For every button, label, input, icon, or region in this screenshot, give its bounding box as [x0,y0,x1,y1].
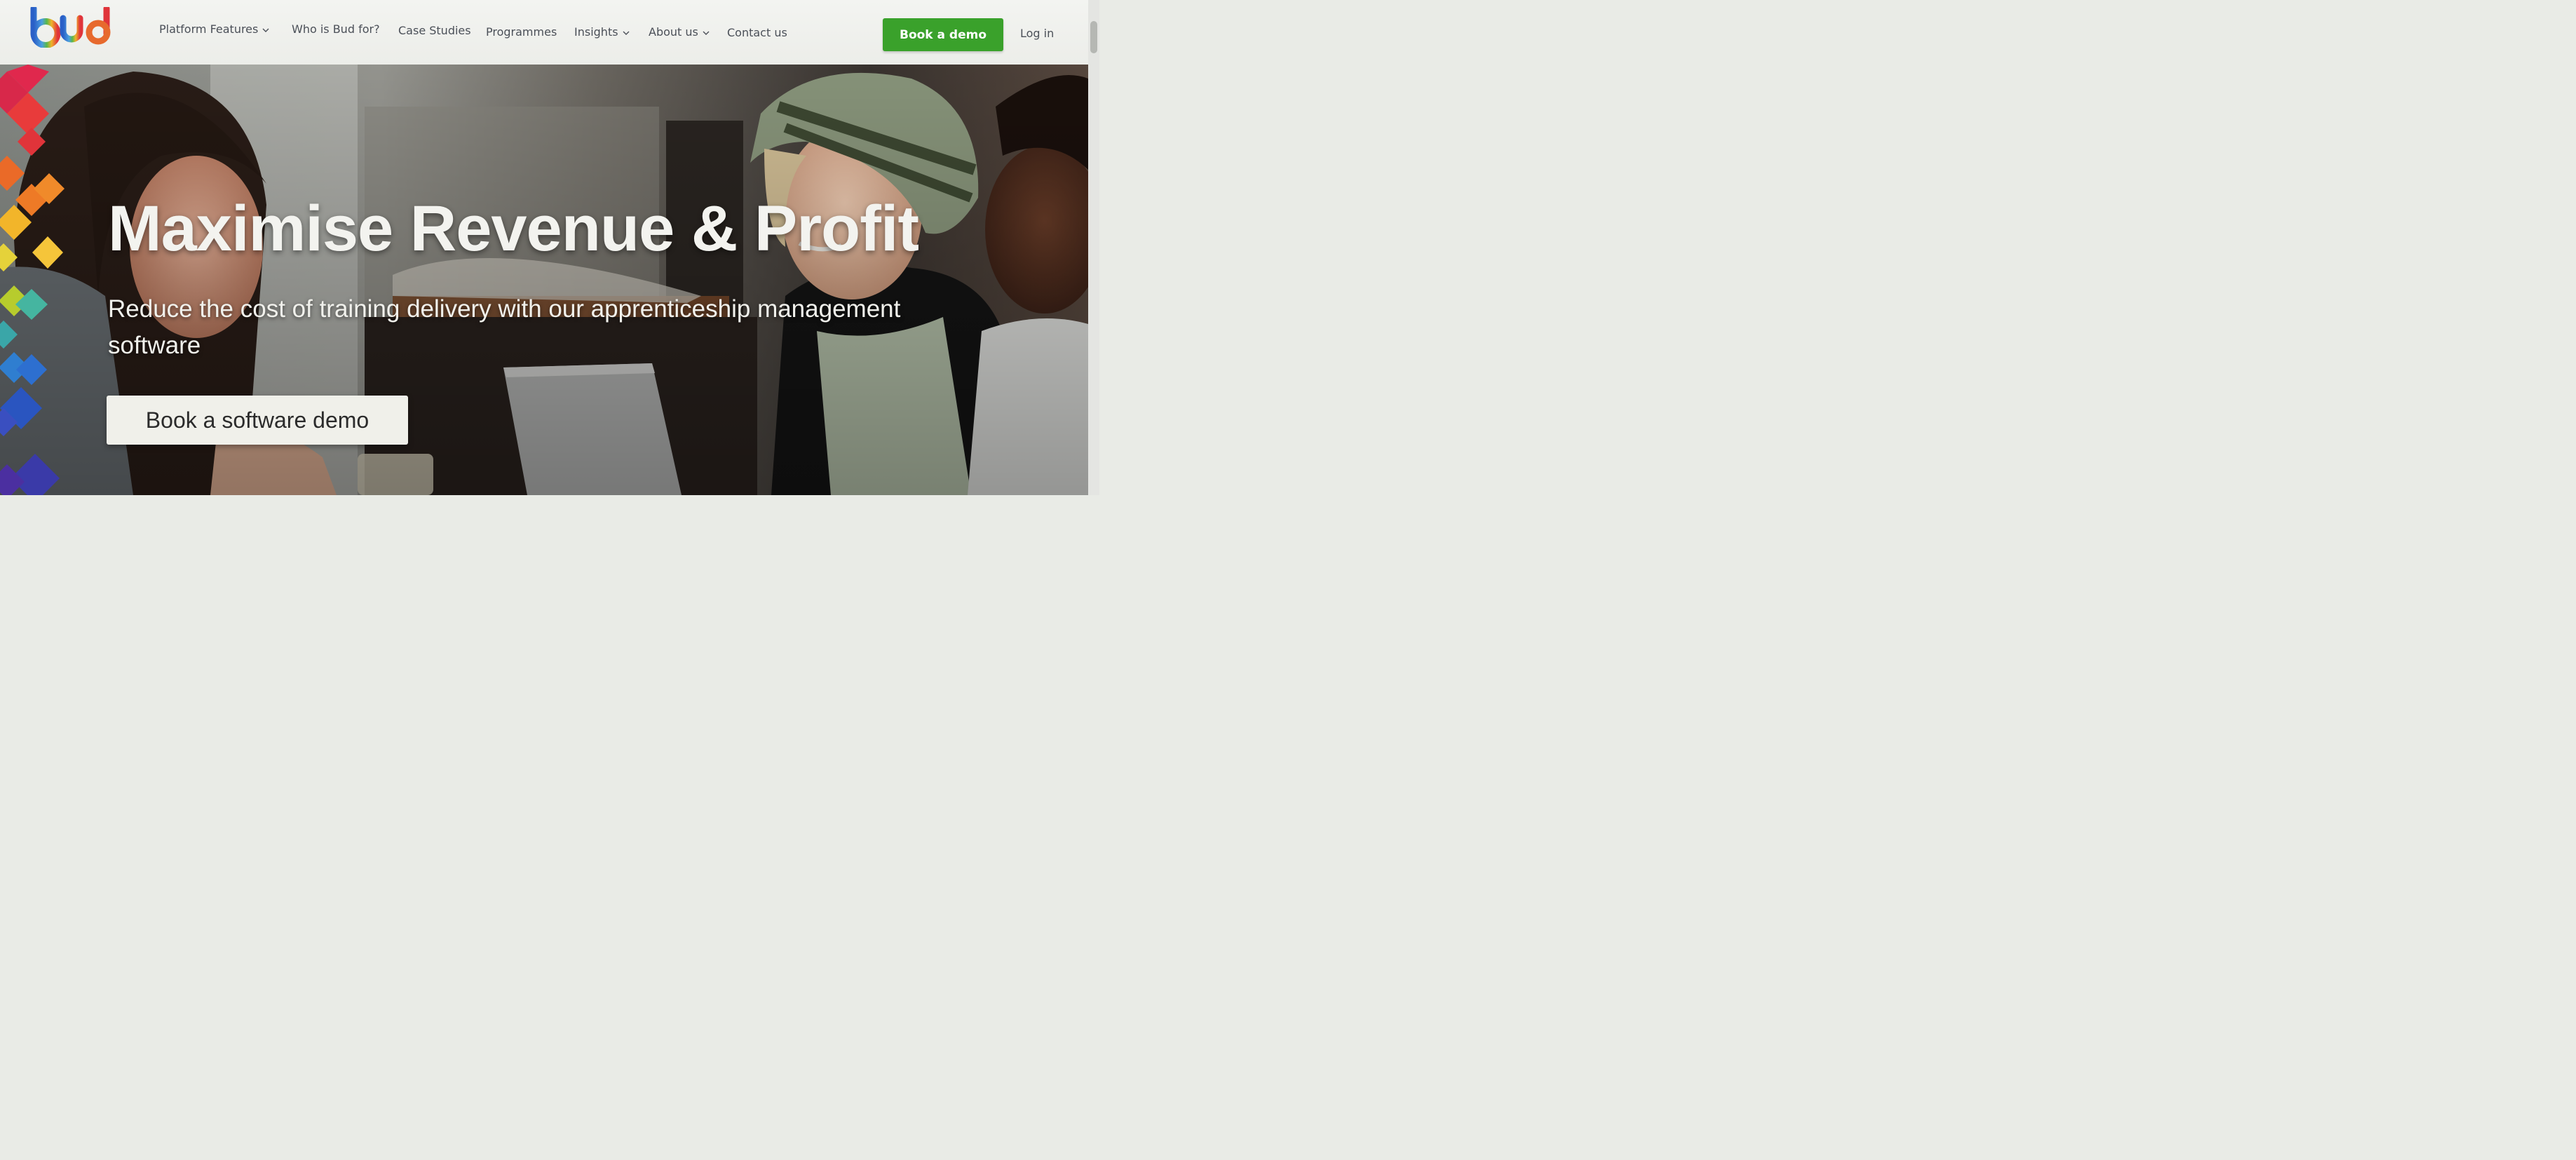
book-software-demo-button[interactable]: Book a software demo [107,396,408,445]
nav-platform-features[interactable]: Platform Features [159,21,269,38]
chevron-down-icon [262,28,269,32]
bud-logo[interactable] [28,7,116,48]
nav-contact-us-label: Contact us [727,26,787,39]
nav-insights-label: Insights [574,25,618,39]
nav-about-us[interactable]: About us [649,24,710,41]
login-link[interactable]: Log in [1020,27,1054,40]
nav-platform-features-label: Platform Features [159,22,259,36]
nav-programmes-label: Programmes [486,25,557,39]
nav-contact-us[interactable]: Contact us [727,25,787,41]
nav-about-us-label: About us [649,25,698,39]
nav-who-is-bud-for[interactable]: Who is Bud for? [292,21,380,38]
nav-who-is-bud-for-label: Who is Bud for? [292,22,380,36]
hero-section: Maximise Revenue & Profit Reduce the cos… [0,65,1088,495]
scroll-thumb[interactable] [1090,21,1097,53]
nav-insights[interactable]: Insights [574,24,630,41]
colour-mosaic [0,65,65,495]
book-demo-button[interactable]: Book a demo [883,18,1003,51]
page-scrollbar[interactable] [1088,0,1099,495]
site-header: Platform Features Who is Bud for? Case S… [0,0,1099,65]
nav-case-studies-label: Case Studies [398,24,471,37]
chevron-down-icon [623,31,630,35]
nav-case-studies[interactable]: Case Studies [398,22,471,39]
chevron-down-icon [703,31,710,35]
nav-programmes[interactable]: Programmes [486,24,557,41]
hero-title: Maximise Revenue & Profit [108,193,919,264]
hero-subtitle: Reduce the cost of training delivery wit… [108,295,901,359]
